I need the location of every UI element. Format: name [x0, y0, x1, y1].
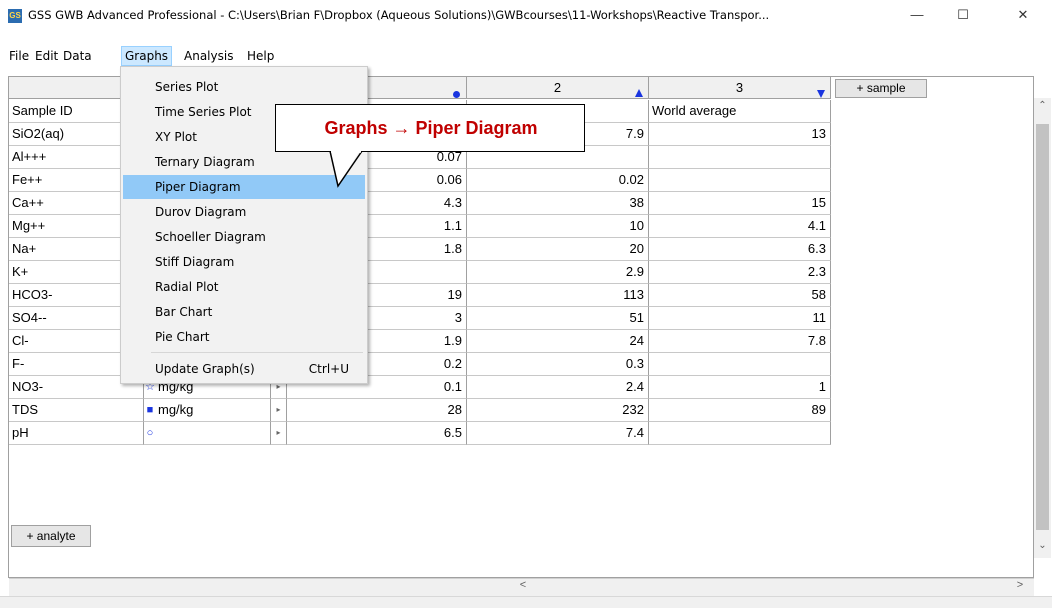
- circle-outline-icon[interactable]: ○: [144, 422, 156, 445]
- value-cell-3[interactable]: 89: [649, 399, 831, 422]
- analyte-name[interactable]: TDS: [9, 399, 144, 422]
- menu-radial-plot[interactable]: Radial Plot: [123, 275, 365, 299]
- menu-help[interactable]: Help: [244, 46, 277, 66]
- value-cell-2[interactable]: 38: [467, 192, 649, 215]
- value-cell-1[interactable]: 28: [287, 399, 467, 422]
- scroll-down-icon[interactable]: ⌄: [1036, 540, 1049, 556]
- close-button[interactable]: ✕: [1000, 0, 1046, 30]
- menu-update-graphs-shortcut: Ctrl+U: [308, 362, 349, 376]
- value-cell-2[interactable]: 20: [467, 238, 649, 261]
- add-sample-button[interactable]: + sample: [835, 79, 927, 98]
- value-cell-3[interactable]: 1: [649, 376, 831, 399]
- square-filled-icon[interactable]: ■: [144, 399, 156, 422]
- window-title: GSS GWB Advanced Professional - C:\Users…: [28, 8, 770, 22]
- analyte-unit[interactable]: [156, 422, 271, 445]
- value-cell-2[interactable]: 2.9: [467, 261, 649, 284]
- value-cell-2[interactable]: 10: [467, 215, 649, 238]
- value-cell-3[interactable]: [649, 146, 831, 169]
- value-cell-3[interactable]: 15: [649, 192, 831, 215]
- menu-stiff-diagram[interactable]: Stiff Diagram: [123, 250, 365, 274]
- callout-box: Graphs → Piper Diagram: [275, 104, 585, 152]
- menu-separator: [151, 352, 363, 353]
- value-cell-2[interactable]: 51: [467, 307, 649, 330]
- column-header-2-label: 2: [553, 80, 562, 95]
- column-header-2[interactable]: 2: [467, 77, 649, 99]
- analyte-unit[interactable]: mg/kg: [156, 399, 271, 422]
- value-cell-3[interactable]: 13: [649, 123, 831, 146]
- value-cell-3[interactable]: [649, 422, 831, 445]
- value-cell-3[interactable]: 58: [649, 284, 831, 307]
- value-cell-2[interactable]: 0.02: [467, 169, 649, 192]
- table-row: TDS ■ mg/kg ▸ 28 232 89: [9, 399, 1019, 422]
- column-header-3-label: 3: [735, 80, 744, 95]
- menu-update-graphs[interactable]: Update Graph(s) Ctrl+U: [123, 357, 365, 381]
- table-row: pH ○ ▸ 6.5 7.4: [9, 422, 1019, 445]
- sample-name-cell-3[interactable]: World average: [649, 100, 831, 123]
- value-cell-2[interactable]: 2.4: [467, 376, 649, 399]
- menu-edit[interactable]: Edit: [32, 46, 61, 66]
- menu-bar: File Edit Data Graphs Analysis Help: [0, 46, 1052, 66]
- menu-data[interactable]: Data: [60, 46, 95, 66]
- title-bar: GS GSS GWB Advanced Professional - C:\Us…: [0, 0, 1052, 30]
- menu-ternary-diagram[interactable]: Ternary Diagram: [123, 150, 365, 174]
- value-cell-2[interactable]: 113: [467, 284, 649, 307]
- value-cell-3[interactable]: [649, 353, 831, 376]
- value-cell-3[interactable]: 11: [649, 307, 831, 330]
- maximize-button[interactable]: ☐: [940, 0, 986, 30]
- menu-bar-chart[interactable]: Bar Chart: [123, 300, 365, 324]
- menu-series-plot[interactable]: Series Plot: [123, 75, 365, 99]
- menu-piper-diagram[interactable]: Piper Diagram: [123, 175, 365, 199]
- analyte-name[interactable]: pH: [9, 422, 144, 445]
- callout-text: Graphs → Piper Diagram: [324, 118, 538, 138]
- minimize-button[interactable]: —: [894, 0, 940, 30]
- value-cell-2[interactable]: 232: [467, 399, 649, 422]
- app-logo-icon: GS: [8, 9, 22, 23]
- menu-durov-diagram[interactable]: Durov Diagram: [123, 200, 365, 224]
- status-bar: [0, 596, 1052, 608]
- value-cell-2[interactable]: 7.4: [467, 422, 649, 445]
- menu-file[interactable]: File: [6, 46, 32, 66]
- value-cell-3[interactable]: 6.3: [649, 238, 831, 261]
- vertical-scroll-thumb[interactable]: [1036, 124, 1049, 530]
- scroll-right-icon[interactable]: >: [1012, 579, 1028, 595]
- value-cell-3[interactable]: 4.1: [649, 215, 831, 238]
- menu-pie-chart[interactable]: Pie Chart: [123, 325, 365, 349]
- scroll-up-icon[interactable]: ⌃: [1036, 100, 1049, 116]
- menu-graphs[interactable]: Graphs: [121, 46, 173, 66]
- scroll-left-icon[interactable]: <: [515, 579, 531, 595]
- menu-update-graphs-label: Update Graph(s): [155, 362, 255, 376]
- menu-analysis[interactable]: Analysis: [181, 46, 236, 66]
- value-cell-3[interactable]: 7.8: [649, 330, 831, 353]
- column-header-3[interactable]: 3: [649, 77, 831, 99]
- value-cell-3[interactable]: 2.3: [649, 261, 831, 284]
- menu-schoeller-diagram[interactable]: Schoeller Diagram: [123, 225, 365, 249]
- value-cell-1[interactable]: 6.5: [287, 422, 467, 445]
- unit-dropdown-arrow-icon[interactable]: ▸: [271, 422, 287, 445]
- value-cell-2[interactable]: 24: [467, 330, 649, 353]
- add-analyte-button[interactable]: + analyte: [11, 525, 91, 547]
- unit-dropdown-arrow-icon[interactable]: ▸: [271, 399, 287, 422]
- value-cell-2[interactable]: 0.3: [467, 353, 649, 376]
- value-cell-3[interactable]: [649, 169, 831, 192]
